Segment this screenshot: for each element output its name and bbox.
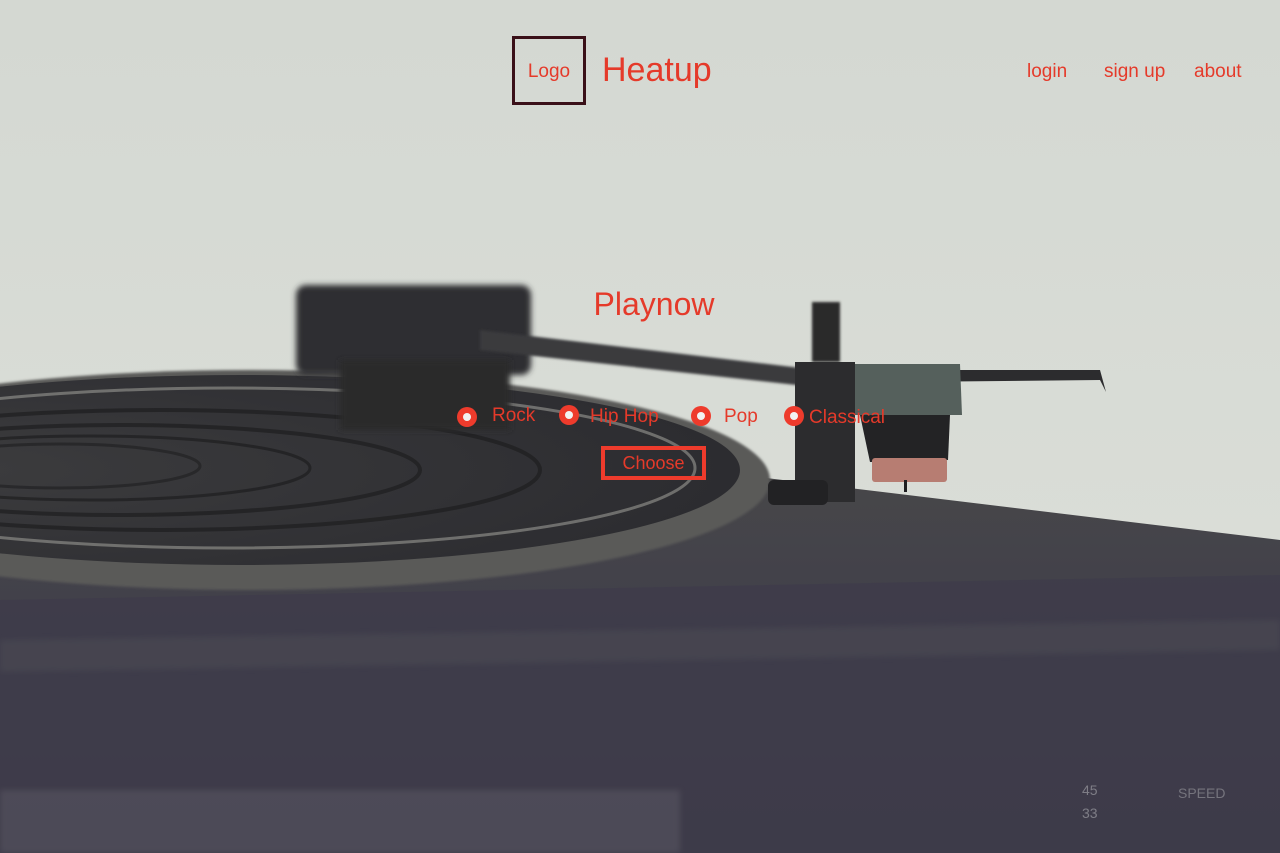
genre-label-hip-hop[interactable]: Hip Hop	[590, 406, 659, 428]
brand-name[interactable]: Heatup	[602, 50, 712, 90]
svg-text:45: 45	[1082, 782, 1098, 798]
page: 45 33 SPEED Logo Heatup login sign up ab…	[0, 0, 1280, 853]
logo-text: Logo	[527, 60, 571, 82]
nav-about-link[interactable]: about	[1194, 60, 1242, 84]
nav-signup-link[interactable]: sign up	[1104, 60, 1165, 84]
nav-login-link[interactable]: login	[1027, 60, 1067, 84]
svg-text:33: 33	[1082, 805, 1098, 821]
genre-radio-hip-hop[interactable]	[559, 405, 579, 425]
logo-box[interactable]: Logo	[512, 36, 586, 105]
svg-text:SPEED: SPEED	[1178, 785, 1225, 801]
genre-radio-classical[interactable]	[784, 406, 804, 426]
genre-radio-pop[interactable]	[691, 406, 711, 426]
page-title: Playnow	[593, 286, 715, 322]
genre-label-classical[interactable]: Classical	[809, 407, 885, 429]
choose-button[interactable]: Choose	[601, 446, 706, 480]
genre-label-pop[interactable]: Pop	[724, 406, 758, 428]
genre-label-rock[interactable]: Rock	[492, 405, 535, 427]
genre-radio-rock[interactable]	[457, 407, 477, 427]
